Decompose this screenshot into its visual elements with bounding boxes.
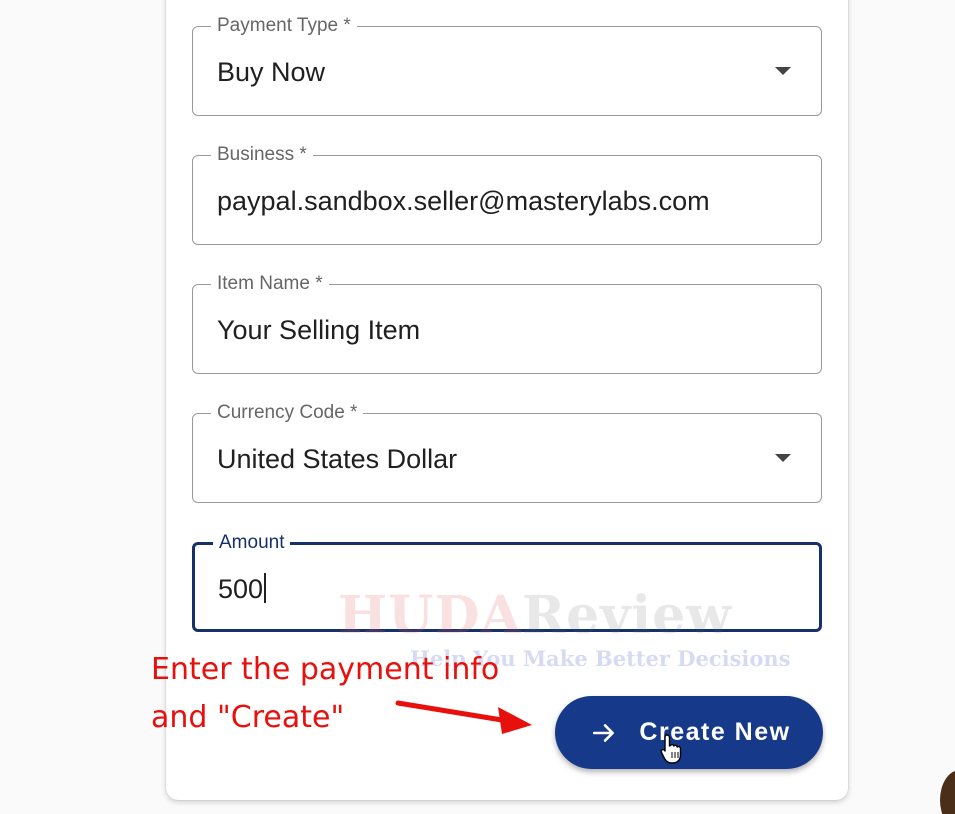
watermark-huda: HUDA xyxy=(338,585,522,646)
currency-code-label: Currency Code * xyxy=(211,401,364,425)
screen: Payment Type * Buy Now Business * paypal… xyxy=(0,0,955,814)
business-value: paypal.sandbox.seller@masterylabs.com xyxy=(217,186,710,216)
arrow-right-icon xyxy=(593,723,615,742)
payment-type-select[interactable]: Payment Type * Buy Now xyxy=(192,14,822,116)
watermark-review: Review xyxy=(521,585,733,646)
annotation-line-1: Enter the payment info xyxy=(151,652,500,687)
payment-type-label: Payment Type * xyxy=(211,14,357,38)
business-label: Business * xyxy=(211,143,313,167)
background-edge xyxy=(940,770,955,814)
amount-label: Amount xyxy=(213,531,291,555)
text-caret xyxy=(264,573,267,603)
annotation-arrow-icon xyxy=(395,700,532,734)
currency-code-value: United States Dollar xyxy=(217,444,458,474)
watermark: HUDAReview xyxy=(338,588,732,644)
dropdown-arrow-icon[interactable] xyxy=(775,454,791,462)
hand-pointer-icon xyxy=(660,734,682,764)
business-field[interactable]: Business * paypal.sandbox.seller@mastery… xyxy=(192,143,822,245)
amount-value-wrap: 500 xyxy=(218,572,267,606)
amount-value: 500 xyxy=(218,574,264,604)
item-name-value: Your Selling Item xyxy=(217,315,421,345)
item-name-label: Item Name * xyxy=(211,272,329,296)
item-name-field[interactable]: Item Name * Your Selling Item xyxy=(192,272,822,374)
currency-code-select[interactable]: Currency Code * United States Dollar xyxy=(192,401,822,503)
create-new-button[interactable]: Create New xyxy=(555,696,823,769)
payment-type-value: Buy Now xyxy=(217,57,326,87)
dropdown-arrow-icon[interactable] xyxy=(775,67,791,75)
